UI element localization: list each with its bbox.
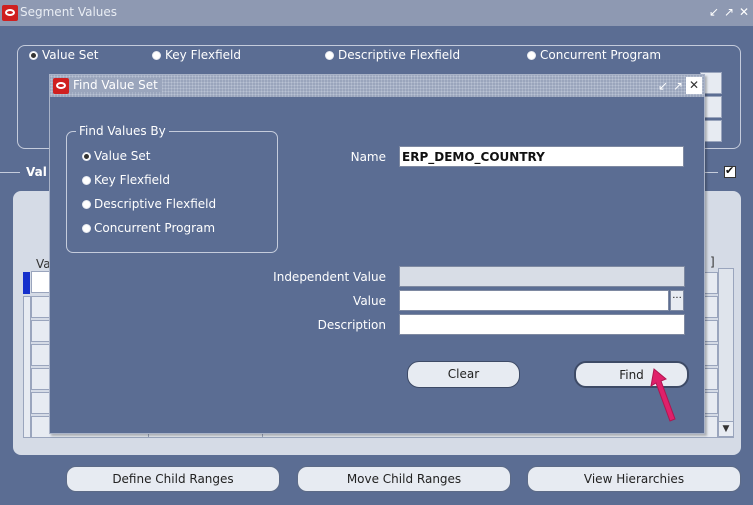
move-child-ranges-button[interactable]: Move Child Ranges: [297, 466, 511, 492]
window-titlebar: Segment Values ↙ ↗ ✕: [0, 0, 753, 26]
current-record-indicator: [23, 272, 30, 294]
radio-label: Value Set: [42, 48, 99, 62]
radio-label: Concurrent Program: [94, 221, 216, 235]
name-label: Name: [350, 150, 386, 164]
dialog-title: Find Value Set: [69, 78, 162, 92]
description-field[interactable]: [399, 314, 685, 335]
radio-value-set[interactable]: Value Set: [82, 147, 150, 165]
radio-label: Key Flexfield: [94, 173, 170, 187]
find-value-set-dialog: Find Value Set ↙ ↗ ✕ Find Values By Valu…: [49, 74, 705, 434]
radio-label: Descriptive Flexfield: [338, 48, 461, 62]
independent-value-field: [399, 266, 685, 287]
maximize-icon[interactable]: ↗: [721, 4, 737, 20]
radio-descriptive-flexfield[interactable]: Descriptive Flexfield: [82, 195, 216, 213]
radio-icon: [325, 50, 334, 60]
radio-icon: [527, 50, 536, 60]
radio-key-flexfield[interactable]: Key Flexfield: [152, 46, 241, 64]
grid-bracket: ]: [710, 255, 715, 269]
grid-cell[interactable]: [31, 271, 51, 293]
value-label: Value: [353, 294, 386, 308]
independent-value-label: Independent Value: [273, 270, 386, 284]
radio-icon: [82, 223, 91, 233]
radio-descriptive-flexfield[interactable]: Descriptive Flexfield: [325, 46, 460, 64]
radio-selected-icon: [29, 50, 38, 60]
checkbox-checked-icon[interactable]: [724, 164, 736, 178]
radio-label: Value Set: [94, 149, 151, 163]
clear-button[interactable]: Clear: [407, 361, 520, 388]
maximize-icon[interactable]: ↗: [671, 78, 685, 94]
radio-value-set[interactable]: Value Set: [29, 46, 98, 64]
description-label: Description: [317, 318, 386, 332]
grid-cell[interactable]: [31, 392, 51, 414]
value-field[interactable]: [399, 290, 669, 311]
oracle-logo-icon: [53, 78, 69, 94]
radio-key-flexfield[interactable]: Key Flexfield: [82, 171, 170, 189]
close-icon[interactable]: ✕: [736, 4, 752, 20]
divider: [0, 172, 20, 173]
dialog-titlebar: Find Value Set ↙ ↗ ✕: [50, 75, 704, 97]
window-title: Segment Values: [20, 5, 118, 19]
radio-concurrent-program[interactable]: Concurrent Program: [527, 46, 661, 64]
close-icon[interactable]: ✕: [686, 77, 702, 94]
radio-icon: [152, 50, 161, 60]
radio-label: Key Flexfield: [165, 48, 241, 62]
minimize-icon[interactable]: ↙: [656, 78, 670, 94]
radio-selected-icon: [82, 151, 91, 161]
vertical-scrollbar[interactable]: [718, 268, 734, 438]
values-header: Val: [26, 165, 47, 179]
grid-cell[interactable]: [31, 296, 51, 318]
define-child-ranges-button[interactable]: Define Child Ranges: [66, 466, 280, 492]
grid-cell[interactable]: [31, 344, 51, 366]
grid-cell[interactable]: [31, 320, 51, 342]
pointer-arrow-icon: [650, 368, 676, 422]
list-of-values-ellipsis-icon[interactable]: ···: [670, 290, 684, 311]
radio-label: Descriptive Flexfield: [94, 197, 217, 211]
name-field[interactable]: [399, 146, 684, 167]
radio-icon: [82, 175, 91, 185]
minimize-icon[interactable]: ↙: [706, 4, 722, 20]
grid-cell[interactable]: [31, 368, 51, 390]
record-selector[interactable]: [23, 296, 31, 438]
oracle-logo-icon: [2, 5, 18, 21]
find-values-by-label: Find Values By: [76, 124, 169, 138]
radio-icon: [82, 199, 91, 209]
radio-label: Concurrent Program: [540, 48, 662, 62]
radio-concurrent-program[interactable]: Concurrent Program: [82, 219, 215, 237]
scroll-down-arrow-icon[interactable]: ▼: [718, 421, 734, 437]
view-hierarchies-button[interactable]: View Hierarchies: [527, 466, 741, 492]
